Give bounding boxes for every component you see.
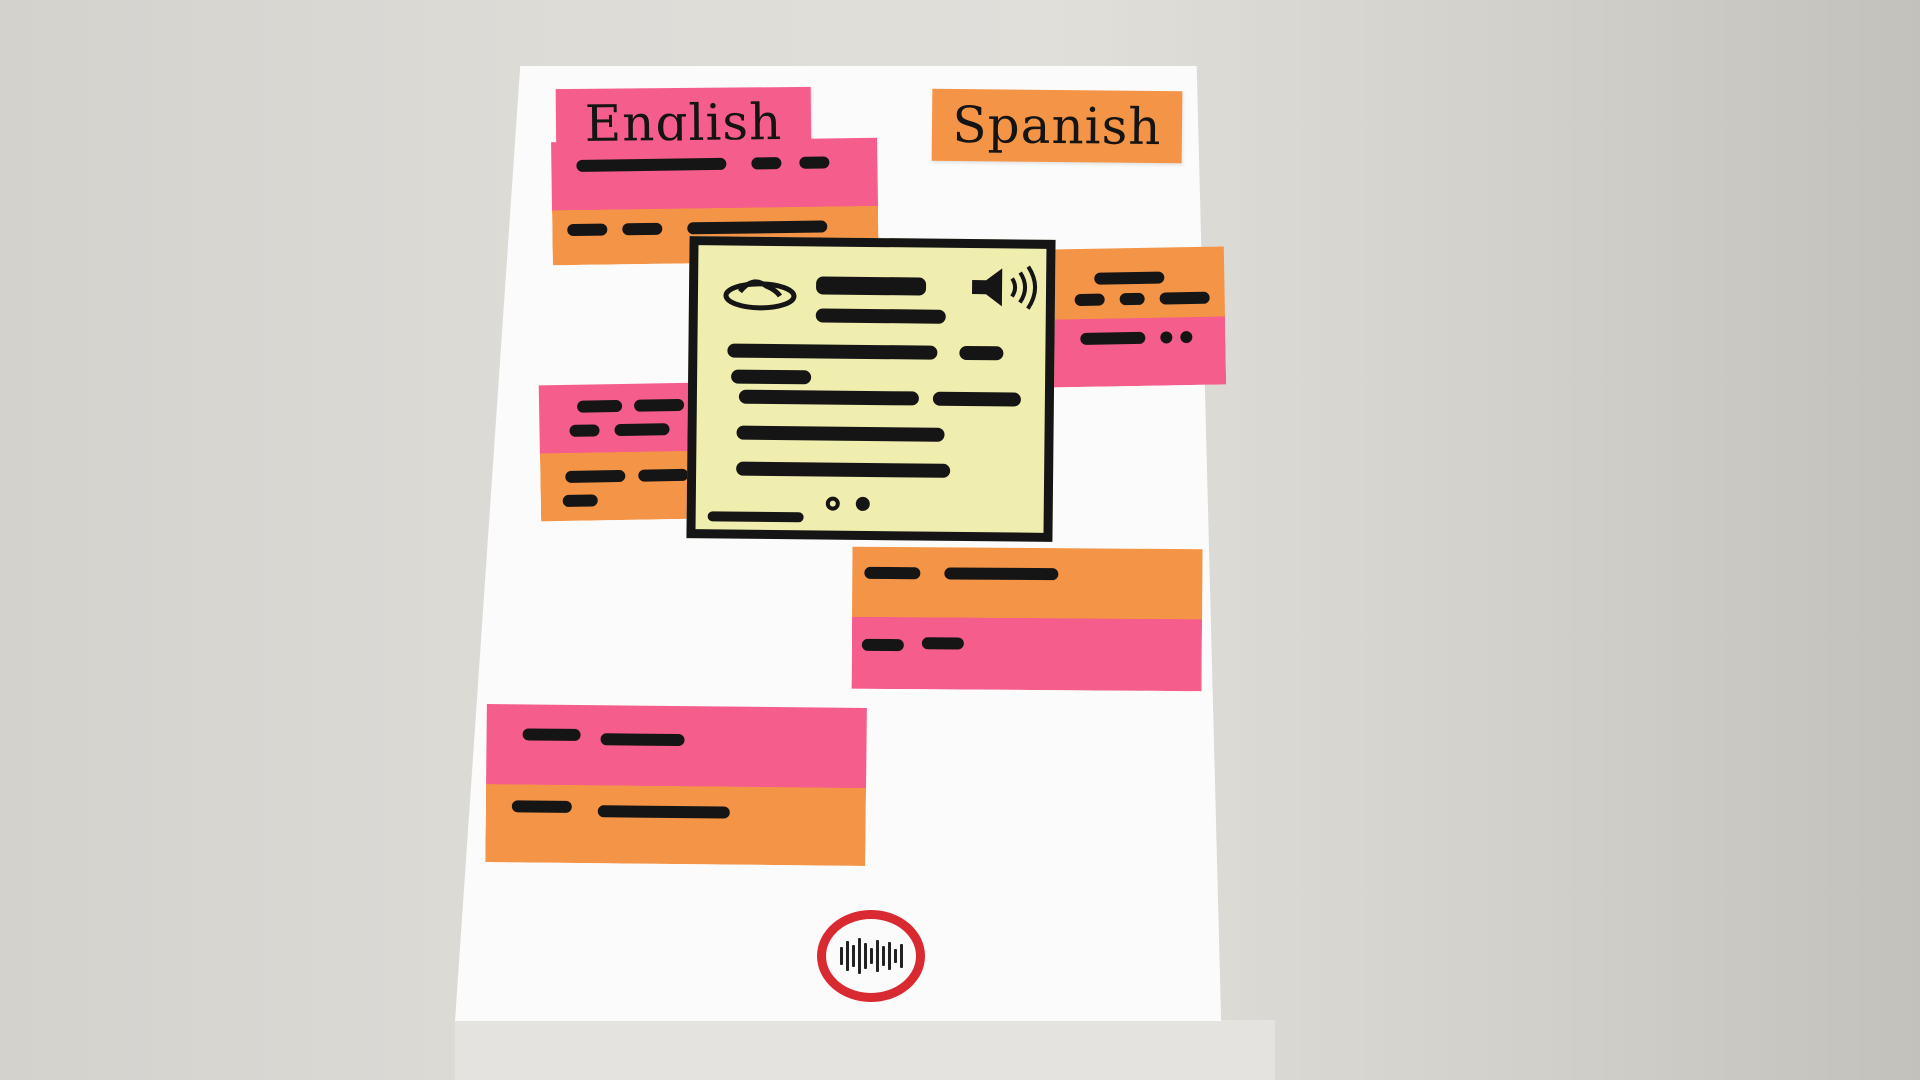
chat-bubble[interactable] [851,546,1203,701]
bubble-translation-text [1045,316,1226,387]
text-line [864,566,921,580]
text-line [1159,291,1210,305]
speaker-icon[interactable] [966,262,1043,313]
record-button[interactable] [817,910,925,1002]
chat-bubble[interactable] [485,704,867,878]
text-line [861,638,904,652]
text-line [1074,293,1105,307]
bubble-translation-text [485,784,866,866]
text-line [921,637,964,650]
text-line [638,468,689,482]
text-line [576,399,623,413]
bubble-original-text [551,137,879,213]
bubble-original-text [852,546,1203,622]
bubble-translation-text [852,617,1202,691]
bubble-original-text [538,382,700,456]
word-title-line [815,276,927,296]
definition-line [727,343,938,360]
text-line [1119,292,1145,306]
text-line [1080,331,1146,345]
chat-bubble[interactable] [538,382,702,534]
text-line [687,220,828,235]
text-line [565,469,626,483]
text-line [576,157,727,172]
dish-icon [723,279,797,311]
target-language-label: Spanish [952,95,1162,157]
definition-line [736,461,951,478]
text-line [614,423,670,437]
definition-line [959,345,1004,361]
text-line [751,157,782,170]
text-line [511,800,572,813]
text-line [569,424,600,437]
waveform-icon [839,938,903,974]
text-line [944,567,1059,581]
text-line [633,398,685,412]
text-line [562,494,598,508]
phonetic-line [815,308,946,324]
text-line [597,805,730,819]
text-line [622,222,663,236]
definition-line [738,389,919,406]
pagination-dot[interactable] [825,496,840,511]
text-line [522,728,581,741]
bubble-original-text [486,704,867,790]
target-language-tab[interactable]: Spanish [931,88,1183,164]
text-line [799,156,830,169]
table-shadow [455,1020,1275,1080]
definition-line [736,425,945,442]
text-line [600,733,685,747]
bubble-translation-text [540,451,701,522]
word-definition-card[interactable] [686,236,1056,542]
card-footer-line [707,511,804,523]
pagination-dot[interactable] [855,496,870,511]
definition-line [932,391,1021,407]
text-line [1094,271,1165,285]
text-line [567,223,608,237]
definition-line [731,369,812,385]
chat-bubble[interactable] [1043,246,1226,389]
